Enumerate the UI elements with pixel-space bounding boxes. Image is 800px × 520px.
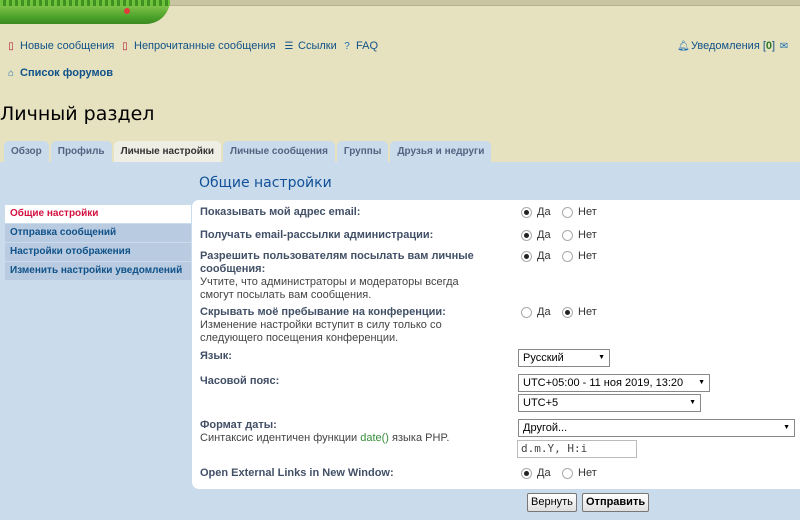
notifications-close: ]: [772, 40, 776, 52]
sidebar-item-posting[interactable]: Отправка сообщений: [5, 224, 191, 242]
language-select[interactable]: Русский ▼: [518, 349, 610, 367]
page-title: Личный раздел: [0, 103, 155, 125]
bell-icon: 🔔︎: [677, 40, 690, 52]
settings-form: Показывать мой адрес email: Да Нет Получ…: [192, 200, 800, 489]
timezone-label: Часовой пояс:: [200, 375, 280, 387]
allow-pm-label: Разрешить пользователям посылать вам лич…: [200, 250, 474, 275]
chevron-down-icon: ▼: [689, 399, 696, 406]
chevron-down-icon: ▼: [698, 379, 705, 386]
top-nav: ▯ Новые сообщения ▯ Непрочитанные сообще…: [0, 40, 800, 56]
faq-label: FAQ: [356, 40, 379, 52]
tab-private-messages[interactable]: Личные сообщения: [223, 141, 335, 162]
allow-pm-yes[interactable]: Да: [521, 250, 551, 262]
hide-online-explain: Изменение настройки вступит в силу тольк…: [200, 319, 442, 344]
radio-button: [521, 206, 532, 218]
new-posts-label: Новые сообщения: [20, 40, 115, 52]
question-icon: ?: [344, 40, 350, 52]
language-label: Язык:: [200, 350, 232, 362]
tab-friends-foes[interactable]: Друзья и недруги: [390, 141, 492, 162]
tab-overview[interactable]: Обзор: [4, 141, 49, 162]
show-email-yes[interactable]: Да: [521, 206, 551, 218]
list-icon: ☰: [284, 40, 294, 52]
hide-online-no[interactable]: Нет: [562, 306, 597, 318]
file-icon: ▯: [122, 40, 128, 52]
admin-email-label: Получать email-рассылки администрации:: [200, 229, 434, 241]
tab-groups[interactable]: Группы: [336, 141, 389, 162]
notifications-link[interactable]: 🔔︎ Уведомления [0] ✉: [677, 40, 789, 52]
tab-preferences[interactable]: Личные настройки: [113, 141, 222, 162]
admin-email-no[interactable]: Нет: [562, 229, 597, 241]
external-links-no[interactable]: Нет: [562, 467, 597, 479]
date-function-link[interactable]: date(): [360, 432, 389, 444]
radio-button: [521, 250, 532, 262]
date-format-input[interactable]: d.m.Y, H:i: [517, 440, 637, 458]
sidebar-item-display[interactable]: Настройки отображения: [5, 243, 191, 261]
sidebar-item-notifications[interactable]: Изменить настройки уведомлений: [5, 262, 191, 280]
radio-button: [521, 229, 532, 241]
unread-posts-link[interactable]: ▯ Непрочитанные сообщения: [120, 40, 276, 52]
chevron-down-icon: ▼: [598, 354, 605, 361]
external-links-yes[interactable]: Да: [521, 467, 551, 479]
show-email-no[interactable]: Нет: [562, 206, 597, 218]
external-links-label: Open External Links in New Window:: [200, 467, 394, 479]
new-posts-link[interactable]: ▯ Новые сообщения: [6, 40, 114, 52]
notifications-label: Уведомления [: [691, 40, 766, 52]
reset-button[interactable]: Вернуть: [527, 493, 577, 512]
forum-index-label: Список форумов: [20, 67, 113, 79]
date-format-select[interactable]: Другой... ▼: [518, 419, 795, 437]
file-icon: ▯: [8, 40, 14, 52]
show-email-label: Показывать мой адрес email:: [200, 206, 361, 218]
section-title: Общие настройки: [199, 175, 332, 191]
hide-online-yes[interactable]: Да: [521, 306, 551, 318]
radio-button: [562, 250, 573, 262]
radio-button: [562, 206, 573, 218]
tab-bar: Обзор Профиль Личные настройки Личные со…: [4, 141, 492, 162]
envelope-icon[interactable]: ✉: [779, 41, 789, 52]
banner-bar: [170, 0, 800, 6]
timezone-date-select[interactable]: UTC+05:00 - 11 ноя 2019, 13:20 ▼: [518, 374, 710, 392]
hide-online-label: Скрывать моё пребывание на конференции:: [200, 306, 446, 318]
unread-posts-label: Непрочитанные сообщения: [134, 40, 276, 52]
radio-button: [521, 306, 532, 318]
chevron-down-icon: ▼: [783, 424, 790, 431]
allow-pm-explain: Учтите, что администраторы и модераторы …: [200, 276, 459, 301]
home-icon: ⌂: [7, 67, 15, 79]
admin-email-yes[interactable]: Да: [521, 229, 551, 241]
forum-index-link[interactable]: ⌂ Список форумов: [6, 67, 113, 79]
settings-sidebar: Общие настройки Отправка сообщений Настр…: [5, 205, 191, 281]
allow-pm-no[interactable]: Нет: [562, 250, 597, 262]
timezone-select[interactable]: UTC+5 ▼: [518, 394, 701, 412]
submit-button[interactable]: Отправить: [582, 493, 650, 512]
date-format-explain: Синтаксис идентичен функции date() языка…: [200, 432, 450, 444]
sidebar-item-general[interactable]: Общие настройки: [5, 205, 191, 223]
site-logo-grass[interactable]: [0, 0, 170, 24]
date-format-label: Формат даты:: [200, 419, 277, 431]
tab-profile[interactable]: Профиль: [50, 141, 112, 162]
radio-button: [562, 467, 573, 479]
faq-link[interactable]: ? FAQ: [342, 40, 378, 52]
radio-button: [562, 306, 573, 318]
links-label: Ссылки: [298, 40, 337, 52]
radio-button: [562, 229, 573, 241]
site-banner: [0, 0, 800, 26]
flower-icon: [124, 8, 130, 14]
links-link[interactable]: ☰ Ссылки: [284, 40, 337, 52]
radio-button: [521, 467, 532, 479]
